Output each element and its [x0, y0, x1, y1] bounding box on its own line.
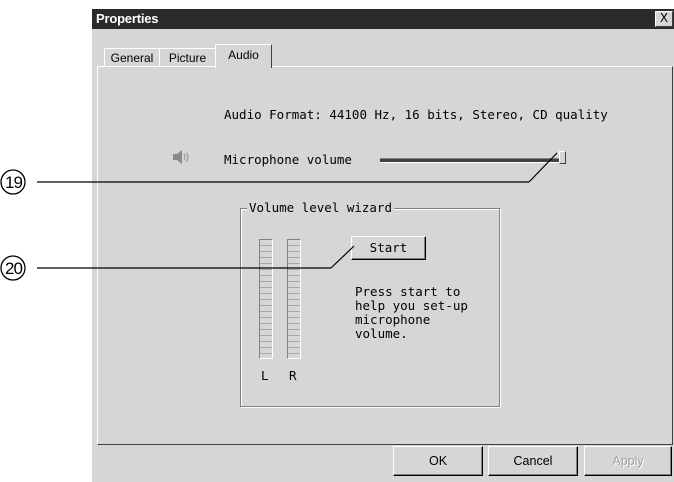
left-level-meter: [259, 239, 273, 359]
microphone-volume-slider-thumb[interactable]: [559, 151, 566, 164]
tab-general[interactable]: General: [104, 48, 160, 67]
start-button[interactable]: Start: [351, 236, 426, 260]
properties-dialog: Properties X General Picture Audio Audio…: [91, 8, 674, 482]
microphone-volume-label: Microphone volume: [224, 152, 352, 167]
callout-19-number: 19: [5, 173, 23, 192]
wizard-help-text: Press start to help you set-up microphon…: [355, 284, 468, 341]
left-channel-label: L: [261, 368, 269, 383]
title-bar[interactable]: Properties X: [92, 9, 674, 29]
audio-format-text: Audio Format: 44100 Hz, 16 bits, Stereo,…: [224, 107, 608, 122]
tab-picture[interactable]: Picture: [159, 48, 216, 67]
cancel-button[interactable]: Cancel: [488, 446, 578, 476]
apply-button: Apply: [584, 446, 672, 476]
speaker-icon: [173, 150, 189, 164]
right-level-meter: [287, 239, 301, 359]
microphone-volume-slider[interactable]: [380, 158, 564, 163]
audio-tab-panel: Audio Format: 44100 Hz, 16 bits, Stereo,…: [97, 66, 673, 445]
close-button[interactable]: X: [655, 11, 673, 27]
right-channel-label: R: [289, 368, 297, 383]
callout-20-number: 20: [5, 259, 23, 278]
volume-level-wizard-title: Volume level wizard: [247, 200, 394, 215]
volume-level-wizard-group: Volume level wizard L R Start Press star…: [240, 200, 500, 407]
ok-button[interactable]: OK: [393, 446, 483, 476]
window-title: Properties: [96, 11, 159, 26]
tab-audio[interactable]: Audio: [215, 44, 272, 68]
